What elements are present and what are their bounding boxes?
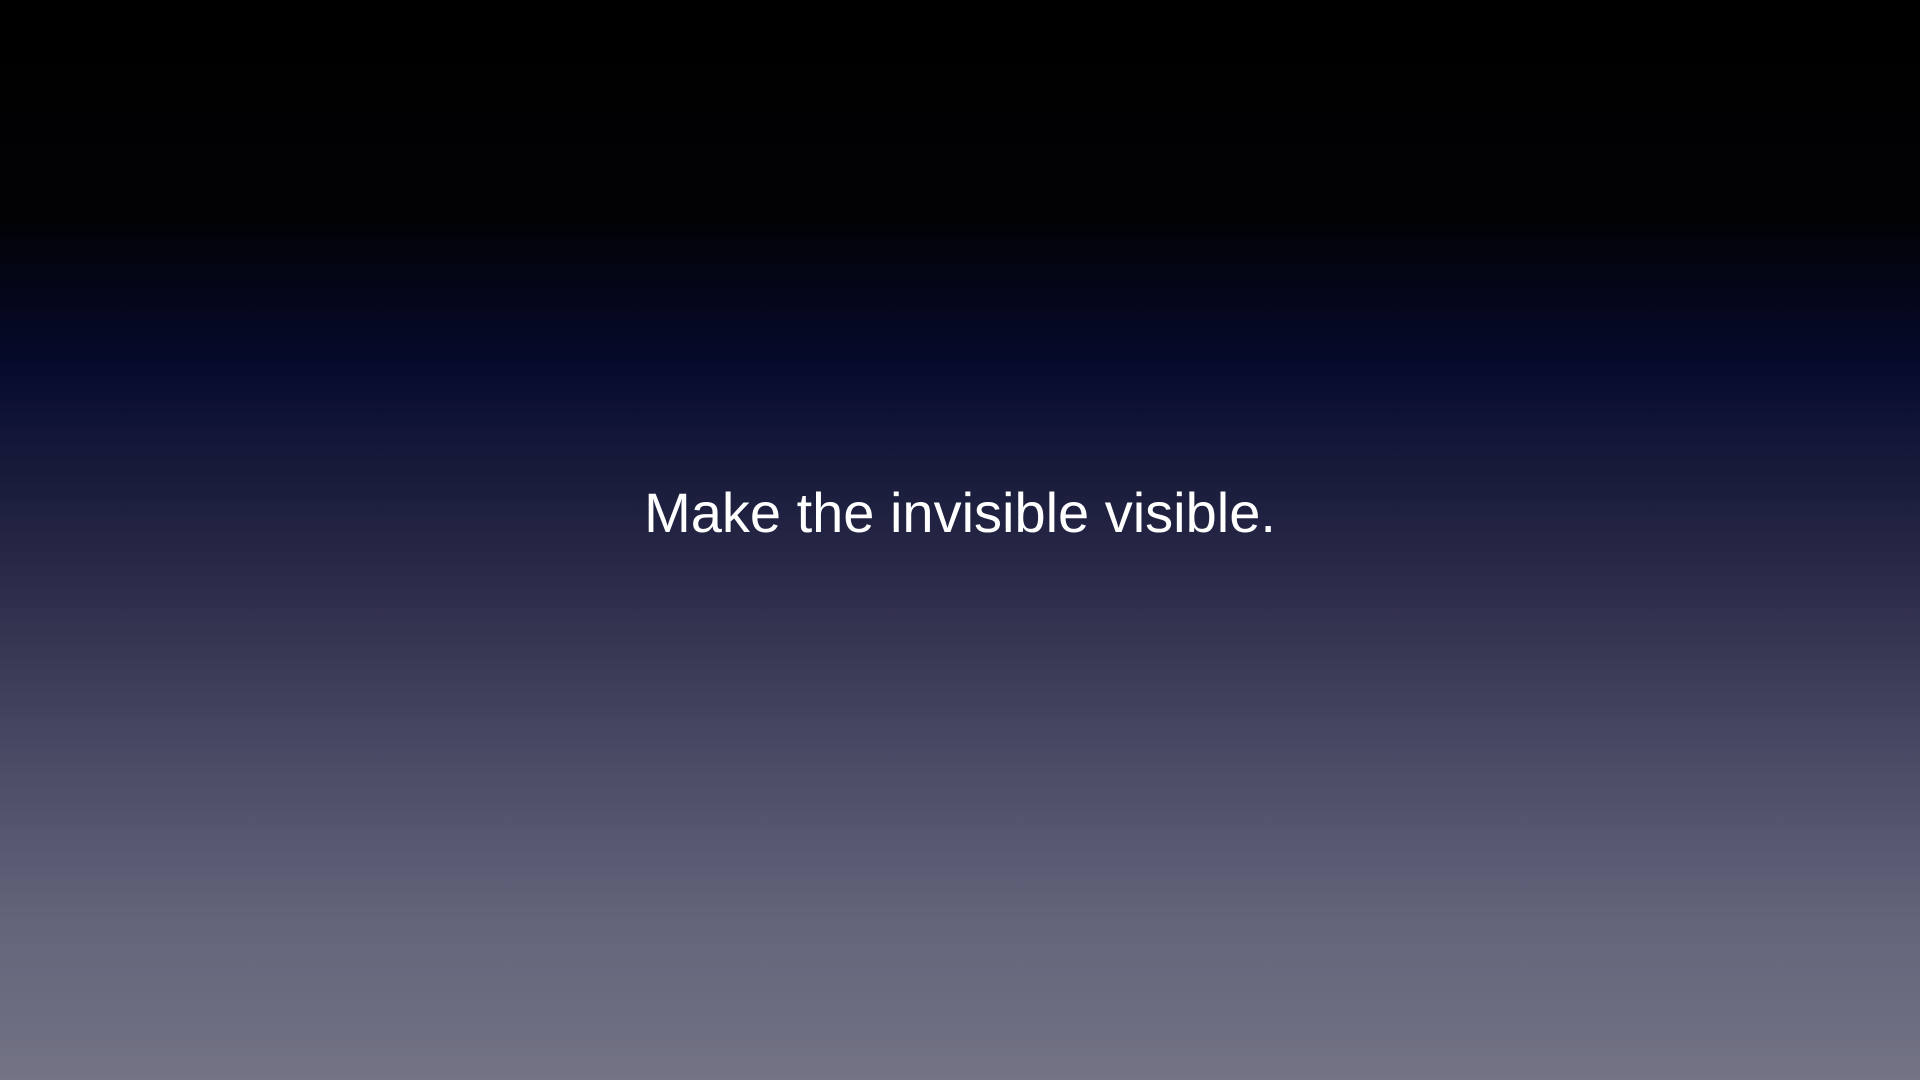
slide-headline: Make the invisible visible. <box>644 481 1276 544</box>
presentation-slide: Make the invisible visible. <box>0 0 1920 1080</box>
